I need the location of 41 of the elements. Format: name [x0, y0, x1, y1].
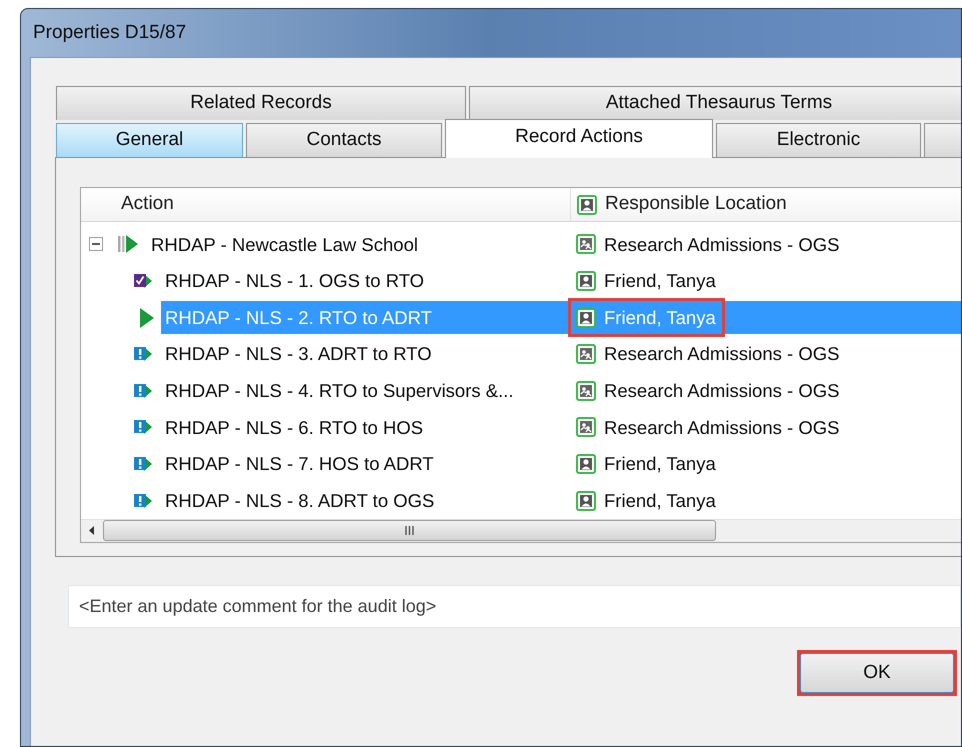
- group-icon: [576, 380, 596, 401]
- location-name: Friend, Tanya: [604, 306, 716, 330]
- tab[interactable]: Electronic: [716, 123, 921, 157]
- collapse-icon[interactable]: [89, 237, 103, 252]
- action-name[interactable]: RHDAP - NLS - 4. RTO to Supervisors &...: [161, 374, 514, 408]
- person-icon: [576, 490, 596, 511]
- location-name: Research Admissions - OGS: [604, 378, 840, 403]
- tab[interactable]: Attached Thesaurus Terms: [469, 86, 961, 120]
- tab[interactable]: Record Actions: [445, 119, 713, 158]
- action-name[interactable]: RHDAP - Newcastle Law School: [147, 228, 418, 261]
- column-header[interactable]: Action: [121, 190, 174, 219]
- location-name: Friend, Tanya: [604, 269, 716, 294]
- location-name: Research Admissions - OGS: [604, 342, 840, 366]
- tab[interactable]: Related Records: [56, 86, 466, 120]
- action-name[interactable]: RHDAP - NLS - 3. ADRT to RTO: [161, 338, 432, 371]
- horizontal-scrollbar[interactable]: [81, 518, 961, 542]
- location-name: Research Admissions - OGS: [604, 232, 840, 257]
- scrollbar-thumb[interactable]: [103, 520, 716, 542]
- tab[interactable]: General: [56, 123, 243, 157]
- action-name[interactable]: RHDAP - NLS - 8. ADRT to OGS: [161, 484, 434, 518]
- action-name[interactable]: RHDAP - NLS - 1. OGS to RTO: [161, 264, 424, 298]
- location-name: Research Admissions - OGS: [604, 416, 840, 440]
- person-icon: [576, 271, 596, 292]
- column-header[interactable]: Responsible Location: [605, 190, 787, 219]
- ok-button[interactable]: OK: [800, 653, 954, 693]
- person-icon: [577, 194, 597, 215]
- group-icon: [576, 234, 596, 254]
- group-icon: [576, 417, 596, 438]
- person-icon: [576, 454, 596, 474]
- window-title: Properties D15/87: [33, 20, 186, 45]
- tab[interactable]: Contacts: [246, 123, 442, 157]
- location-name: Friend, Tanya: [604, 452, 716, 476]
- location-name: Friend, Tanya: [604, 488, 716, 513]
- scroll-left-icon[interactable]: [89, 526, 95, 536]
- group-icon: [576, 344, 596, 364]
- action-name[interactable]: RHDAP - NLS - 6. RTO to HOS: [161, 410, 424, 444]
- comment-field[interactable]: <Enter an update comment for the audit log>: [68, 585, 961, 628]
- play-icon: [139, 306, 155, 329]
- grip-icon: [405, 526, 414, 536]
- action-name[interactable]: RHDAP - NLS - 7. HOS to ADRT: [161, 448, 434, 481]
- person-icon: [576, 308, 596, 328]
